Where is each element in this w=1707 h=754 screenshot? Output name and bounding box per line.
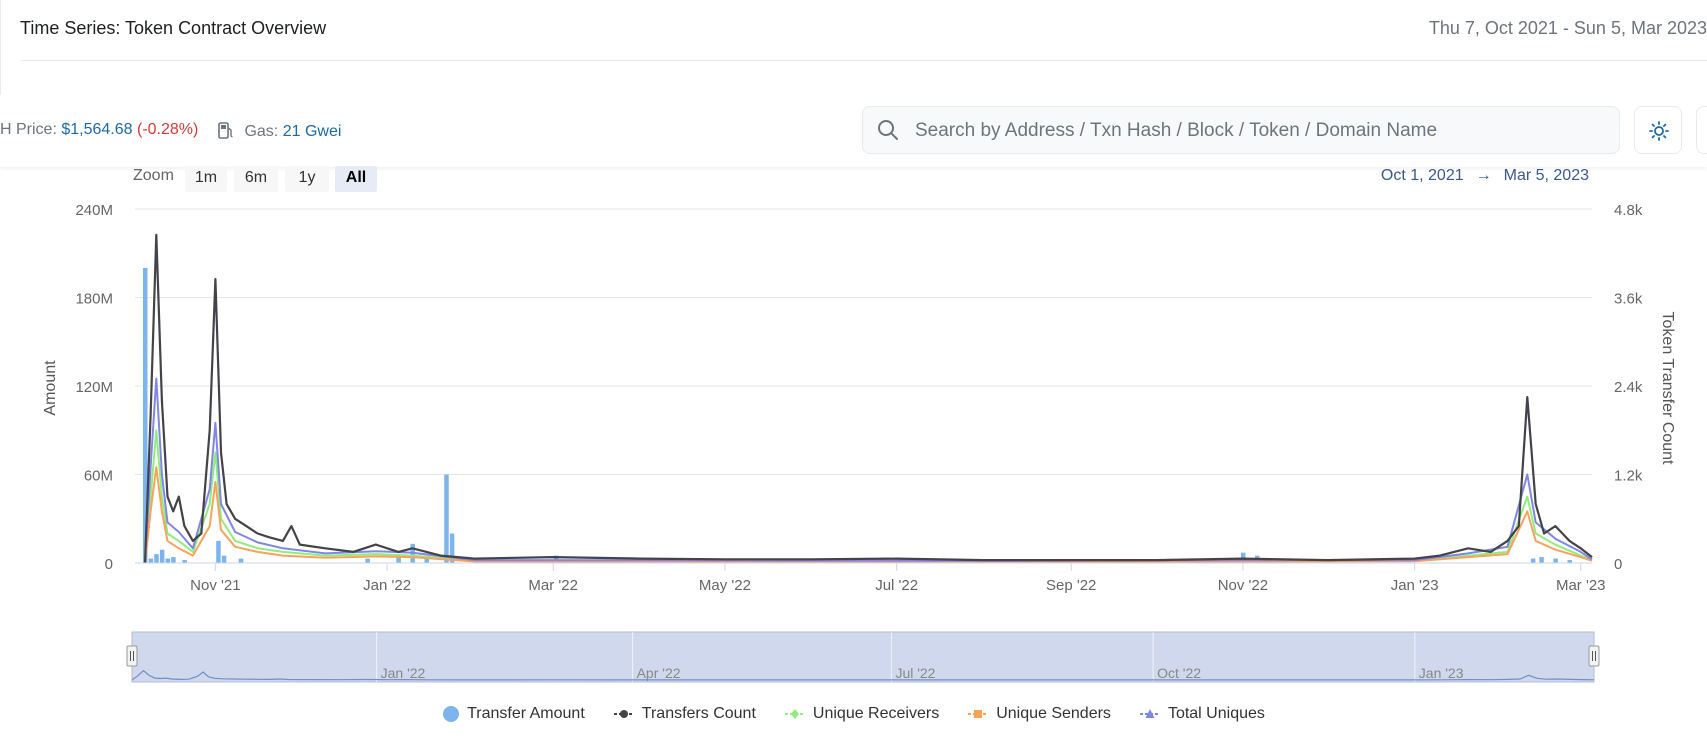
y-left-tick-label: 240M: [75, 202, 113, 219]
transfer-amount-bar[interactable]: [396, 557, 401, 563]
navigator-label: Oct '22: [1157, 665, 1201, 681]
transfer-amount-bars: [143, 268, 1572, 563]
navigator-handle-left[interactable]: [126, 645, 138, 667]
y-right-tick-label: 2.4k: [1614, 379, 1643, 396]
x-tick-label: Mar '22: [528, 577, 578, 594]
range-from-input[interactable]: Oct 1, 2021: [1381, 167, 1464, 185]
range-selector: Oct 1, 2021 → Mar 5, 2023: [1381, 167, 1589, 185]
transfer-amount-bar[interactable]: [1553, 558, 1558, 563]
transfer-amount-bar[interactable]: [154, 554, 159, 563]
zoom-1m-button[interactable]: 1m: [185, 166, 227, 192]
y-right-tick-label: 3.6k: [1614, 291, 1643, 308]
transfers-count-line[interactable]: [143, 233, 1593, 564]
navigator-label: Jan '23: [1419, 665, 1464, 681]
navigator-label: Jul '22: [895, 665, 935, 681]
chart-grid: [135, 208, 1592, 564]
total-uniques-line[interactable]: [144, 377, 1593, 564]
y-left-tick-label: 60M: [84, 468, 113, 485]
navigator-label: Jan '22: [381, 665, 426, 681]
legend-label: Transfers Count: [641, 705, 756, 722]
eth-price[interactable]: H Price: $1,564.68 (-0.28%): [0, 121, 198, 139]
gas-price[interactable]: Gas: 21 Gwei: [218, 121, 341, 144]
card-border: [0, 0, 1, 95]
navigator-handle-right[interactable]: [1588, 645, 1600, 667]
price-value: $1,564.68: [61, 121, 133, 138]
range-to-input[interactable]: Mar 5, 2023: [1504, 167, 1589, 185]
legend-label: Transfer Amount: [467, 705, 585, 722]
legend-item-unique-receivers[interactable]: Unique Receivers: [784, 705, 939, 723]
search-input[interactable]: [913, 115, 1607, 147]
transfer-amount-bar[interactable]: [171, 557, 176, 563]
legend-item-transfer-amount[interactable]: Transfer Amount: [442, 705, 585, 723]
time-series-chart[interactable]: 0 0 60M 1.2k 120M 2.4k 180M 3.6k 240M 4.8k Amount T…: [0, 195, 1707, 595]
y-right-tick-label: 4.8k: [1614, 202, 1643, 219]
triangle-marker-icon: [1139, 709, 1160, 718]
transfer-amount-bar[interactable]: [165, 558, 171, 563]
transfer-amount-bar[interactable]: [148, 558, 154, 563]
price-label: H Price:: [0, 121, 57, 138]
transfer-amount-bar[interactable]: [444, 474, 449, 564]
chart-series-lines: [143, 233, 1593, 564]
y-right-tick-label: 1.2k: [1614, 468, 1643, 485]
card-header: Time Series: Token Contract Overview Thu…: [20, 0, 1707, 61]
y-right-tick-label: 0: [1614, 556, 1622, 573]
transfer-amount-bar[interactable]: [365, 558, 370, 563]
legend-item-unique-senders[interactable]: Unique Senders: [967, 705, 1111, 723]
y-left-tick-label: 0: [105, 556, 113, 573]
zoom-1y-button[interactable]: 1y: [285, 166, 329, 192]
transfer-amount-bar[interactable]: [424, 558, 430, 563]
x-tick-label: Nov '21: [190, 577, 240, 594]
navigator-label: Apr '22: [637, 665, 681, 681]
y-left-tick-label: 180M: [75, 291, 113, 308]
y-left-tick-label: 120M: [75, 379, 113, 396]
legend-label: Total Uniques: [1167, 705, 1265, 722]
price-change: (-0.28%): [137, 121, 199, 138]
transfer-amount-bar[interactable]: [221, 555, 227, 563]
legend-label: Unique Senders: [996, 705, 1111, 722]
page-title: Time Series: Token Contract Overview: [20, 18, 327, 38]
header-date-range: Thu 7, Oct 2021 - Sun 5, Mar 2023: [1428, 18, 1707, 38]
gas-label: Gas:: [244, 123, 279, 140]
transfer-amount-bar[interactable]: [238, 558, 244, 563]
transfer-amount-bar[interactable]: [159, 549, 165, 563]
transfer-amount-bar[interactable]: [216, 540, 221, 563]
y-left-axis-title: Amount: [42, 360, 59, 416]
x-tick-label: Jan '22: [363, 577, 411, 594]
x-tick-label: Sep '22: [1046, 577, 1096, 594]
network-menu-button[interactable]: [1696, 106, 1707, 154]
search-icon[interactable]: [877, 119, 899, 146]
legend-label: Unique Receivers: [812, 705, 940, 722]
chart-navigator[interactable]: Jan '22 Apr '22 Jul '22 Oct '22 Jan '23: [0, 628, 1707, 686]
transfer-amount-bar[interactable]: [1530, 558, 1536, 563]
sun-icon: [1649, 121, 1669, 141]
legend-item-transfers-count[interactable]: Transfers Count: [613, 705, 756, 723]
x-tick-label: Jan '23: [1391, 577, 1439, 594]
circle-marker-icon: [443, 706, 460, 722]
zoom-all-button[interactable]: All: [335, 166, 377, 192]
zoom-label: Zoom: [133, 167, 174, 184]
range-arrow: →: [1475, 167, 1492, 184]
transfer-amount-bar[interactable]: [1539, 557, 1544, 563]
legend-item-total-uniques[interactable]: Total Uniques: [1139, 705, 1265, 723]
y-right-axis-title: Token Transfer Count: [1659, 312, 1676, 466]
gas-value: 21 Gwei: [282, 123, 342, 140]
circle-marker-icon: [613, 710, 634, 718]
square-marker-icon: [968, 710, 989, 718]
theme-toggle-button[interactable]: [1634, 106, 1682, 154]
gas-pump-icon: [218, 121, 234, 144]
unique-receivers-line[interactable]: [144, 429, 1593, 564]
x-tick-label: Jul '22: [875, 577, 918, 594]
navigator-selection: [131, 631, 1595, 683]
chart-legend: Transfer Amount Transfers Count Unique Rec…: [0, 705, 1707, 728]
x-tick-label: May '22: [699, 577, 751, 594]
x-tick-label: Mar '23: [1556, 577, 1606, 594]
topbar: H Price: $1,564.68 (-0.28%) Gas: 21 Gwei: [0, 95, 1707, 167]
x-tick-label: Nov '22: [1218, 577, 1268, 594]
zoom-6m-button[interactable]: 6m: [234, 166, 278, 192]
diamond-marker-icon: [784, 709, 805, 719]
search-box: [862, 106, 1620, 154]
